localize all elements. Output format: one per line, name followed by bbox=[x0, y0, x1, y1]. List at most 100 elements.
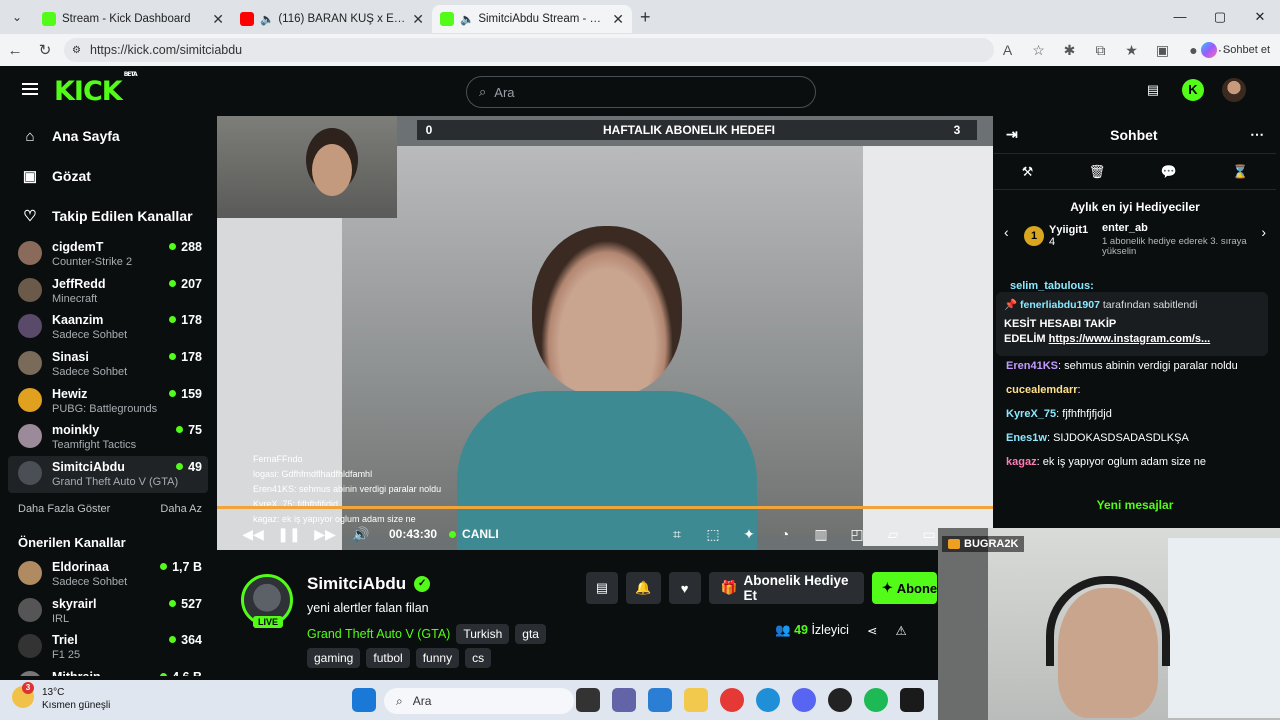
trash-icon[interactable]: 🗑 bbox=[1089, 164, 1106, 180]
favorites-icon[interactable]: ★ bbox=[1116, 38, 1147, 62]
collapse-chat-icon[interactable]: ⇥ bbox=[1006, 126, 1018, 143]
close-tab-icon[interactable]: ✕ bbox=[612, 11, 624, 28]
site-info-icon[interactable]: ⚙ bbox=[72, 45, 81, 56]
hourglass-icon[interactable]: ⌛ bbox=[1232, 164, 1248, 180]
channel-item[interactable]: Triel F1 25 364 bbox=[8, 629, 208, 666]
channel-item[interactable]: skyrairl IRL 527 bbox=[8, 593, 208, 630]
channel-item[interactable]: JeffRedd Minecraft 207 bbox=[8, 273, 208, 310]
show-more-button[interactable]: Daha Fazla Göster bbox=[18, 503, 110, 523]
favorite-star-icon[interactable]: ☆ bbox=[1023, 38, 1054, 62]
chat-username[interactable]: Eren41KS bbox=[1006, 360, 1058, 372]
copilot-button[interactable]: Sohbet et bbox=[1200, 42, 1270, 58]
browser-tab-dashboard[interactable]: Stream - Kick Dashboard ✕ bbox=[34, 5, 232, 33]
clips-button[interactable]: ▤ bbox=[586, 572, 618, 604]
share-icon[interactable]: ⋖ bbox=[867, 623, 877, 638]
channel-item[interactable]: SimitciAbdu Grand Theft Auto V (GTA) 49 bbox=[8, 456, 208, 493]
task-view-icon[interactable] bbox=[576, 688, 600, 712]
extensions-icon[interactable]: ✱ bbox=[1054, 38, 1085, 62]
tag-chip[interactable]: futbol bbox=[366, 648, 410, 668]
store-icon[interactable] bbox=[648, 688, 672, 712]
channel-name[interactable]: SimitciAbdu bbox=[307, 574, 406, 594]
show-less-button[interactable]: Daha Az bbox=[160, 503, 202, 523]
chat-options-icon[interactable]: ⋯ bbox=[1250, 126, 1264, 143]
nav-browse[interactable]: ▣ Gözat bbox=[4, 156, 212, 196]
volume-icon[interactable]: 🔊 bbox=[343, 526, 379, 543]
chat-username[interactable]: KyreX_75 bbox=[1006, 408, 1056, 420]
tag-chip[interactable]: Turkish bbox=[456, 624, 510, 644]
speaker-icon[interactable]: 🔈 bbox=[460, 12, 474, 26]
ban-hammer-icon[interactable]: ⚒ bbox=[1022, 164, 1034, 180]
tag-chip[interactable]: cs bbox=[465, 648, 492, 668]
pip-icon[interactable]: ◰ bbox=[839, 526, 875, 543]
crop-icon[interactable]: ⬚ bbox=[695, 526, 731, 543]
drops-icon[interactable]: ▤ bbox=[1142, 79, 1164, 101]
collections-icon[interactable]: ▣ bbox=[1147, 38, 1178, 62]
discord-icon[interactable] bbox=[792, 688, 816, 712]
kick-logo[interactable]: KICKBETA bbox=[54, 71, 138, 107]
video-player[interactable]: 0 HAFTALIK ABONELIK HEDEFI 3 FernaFFndo l… bbox=[217, 116, 993, 550]
pause-icon[interactable]: ❚❚ bbox=[271, 526, 307, 543]
channel-item[interactable]: Mithrain4,6 B bbox=[8, 666, 208, 676]
nav-home[interactable]: ⌂ Ana Sayfa bbox=[4, 116, 212, 156]
windows-start-icon[interactable] bbox=[352, 688, 376, 712]
opera-icon[interactable] bbox=[720, 688, 744, 712]
weather-widget[interactable]: 3 13°C Kısmen güneşli bbox=[12, 682, 110, 712]
pinned-message[interactable]: 📌 fenerliabdu1907 tarafından sabitlendi … bbox=[996, 292, 1268, 356]
maximize-icon[interactable]: ▢ bbox=[1200, 0, 1240, 34]
live-indicator[interactable]: CANLI bbox=[449, 527, 499, 541]
edge-icon[interactable] bbox=[756, 688, 780, 712]
channel-item[interactable]: cigdemT Counter-Strike 2 288 bbox=[8, 236, 208, 273]
taskbar-search[interactable]: ⌕ Ara bbox=[384, 688, 574, 714]
tag-chip[interactable]: gta bbox=[515, 624, 546, 644]
stats-icon[interactable]: ▥ bbox=[803, 526, 839, 543]
split-screen-icon[interactable]: ⧉ bbox=[1085, 38, 1116, 62]
chat-bubble-icon[interactable]: 💬 bbox=[1161, 164, 1177, 180]
streamer-app-icon[interactable] bbox=[900, 688, 924, 712]
menu-icon[interactable] bbox=[22, 83, 38, 95]
pinned-link[interactable]: https://www.instagram.com/s... bbox=[1049, 333, 1211, 345]
teams-icon[interactable] bbox=[612, 688, 636, 712]
channel-item[interactable]: Kaanzim Sadece Sohbet 178 bbox=[8, 309, 208, 346]
tab-actions-chevron-icon[interactable]: ⌄ bbox=[0, 10, 34, 24]
chat-username[interactable]: kagaz bbox=[1006, 456, 1037, 468]
search-input[interactable]: ⌕ Ara bbox=[466, 76, 816, 108]
close-window-icon[interactable]: ✕ bbox=[1240, 0, 1280, 34]
back-icon[interactable]: ← bbox=[0, 42, 30, 59]
tag-chip[interactable]: funny bbox=[415, 648, 460, 668]
app-icon[interactable] bbox=[828, 688, 852, 712]
speed-icon[interactable]: ◔ bbox=[767, 526, 803, 543]
channel-item[interactable]: Sinasi Sadece Sohbet 178 bbox=[8, 346, 208, 383]
channel-item[interactable]: Hewiz PUBG: Battlegrounds 159 bbox=[8, 383, 208, 420]
next-arrow-icon[interactable]: › bbox=[1261, 224, 1266, 240]
gift-sub-button[interactable]: 🎁 Abonelik Hediye Et bbox=[708, 572, 864, 604]
follow-heart-icon[interactable]: ♥ bbox=[668, 572, 701, 604]
forward-icon[interactable]: ▶▶ bbox=[307, 526, 343, 543]
close-tab-icon[interactable]: ✕ bbox=[212, 11, 224, 28]
minimize-icon[interactable]: — bbox=[1160, 0, 1200, 34]
chat-username[interactable]: Enes1w bbox=[1006, 432, 1047, 444]
refresh-icon[interactable]: ↻ bbox=[30, 41, 60, 59]
notification-bell-icon[interactable]: 🔔 bbox=[626, 572, 661, 604]
progress-bar[interactable] bbox=[217, 506, 993, 509]
speaker-icon[interactable]: 🔈 bbox=[260, 12, 274, 26]
spotify-icon[interactable] bbox=[864, 688, 888, 712]
sparkle-icon[interactable]: ✦ bbox=[731, 526, 767, 543]
category-link[interactable]: Grand Theft Auto V (GTA) bbox=[307, 627, 450, 641]
browser-tab-youtube[interactable]: 🔈 (116) BARAN KUŞ x ERAY CAN ✕ bbox=[232, 5, 432, 33]
prev-arrow-icon[interactable]: ‹ bbox=[1004, 224, 1009, 240]
clip-icon[interactable]: ⌗ bbox=[659, 526, 695, 543]
read-aloud-icon[interactable]: A bbox=[992, 38, 1023, 62]
file-explorer-icon[interactable] bbox=[684, 688, 708, 712]
new-messages-button[interactable]: Yeni mesajlar bbox=[994, 498, 1276, 512]
kick-k-icon[interactable]: K bbox=[1182, 79, 1204, 101]
url-field[interactable]: ⚙ https://kick.com/simitciabdu bbox=[64, 38, 994, 62]
close-tab-icon[interactable]: ✕ bbox=[412, 11, 424, 28]
nav-following[interactable]: ♡ Takip Edilen Kanallar bbox=[4, 196, 212, 236]
cast-icon[interactable]: ▱ bbox=[875, 526, 911, 543]
channel-item[interactable]: Eldorinaa Sadece Sohbet 1,7 B bbox=[8, 556, 208, 593]
browser-tab-simitciabdu[interactable]: 🔈 SimitciAbdu Stream - Watch L ✕ bbox=[432, 5, 632, 33]
chat-username[interactable]: cucealemdarr bbox=[1006, 384, 1078, 396]
user-avatar[interactable] bbox=[1222, 78, 1246, 102]
tag-chip[interactable]: gaming bbox=[307, 648, 361, 668]
rewind-icon[interactable]: ◀◀ bbox=[235, 526, 271, 543]
